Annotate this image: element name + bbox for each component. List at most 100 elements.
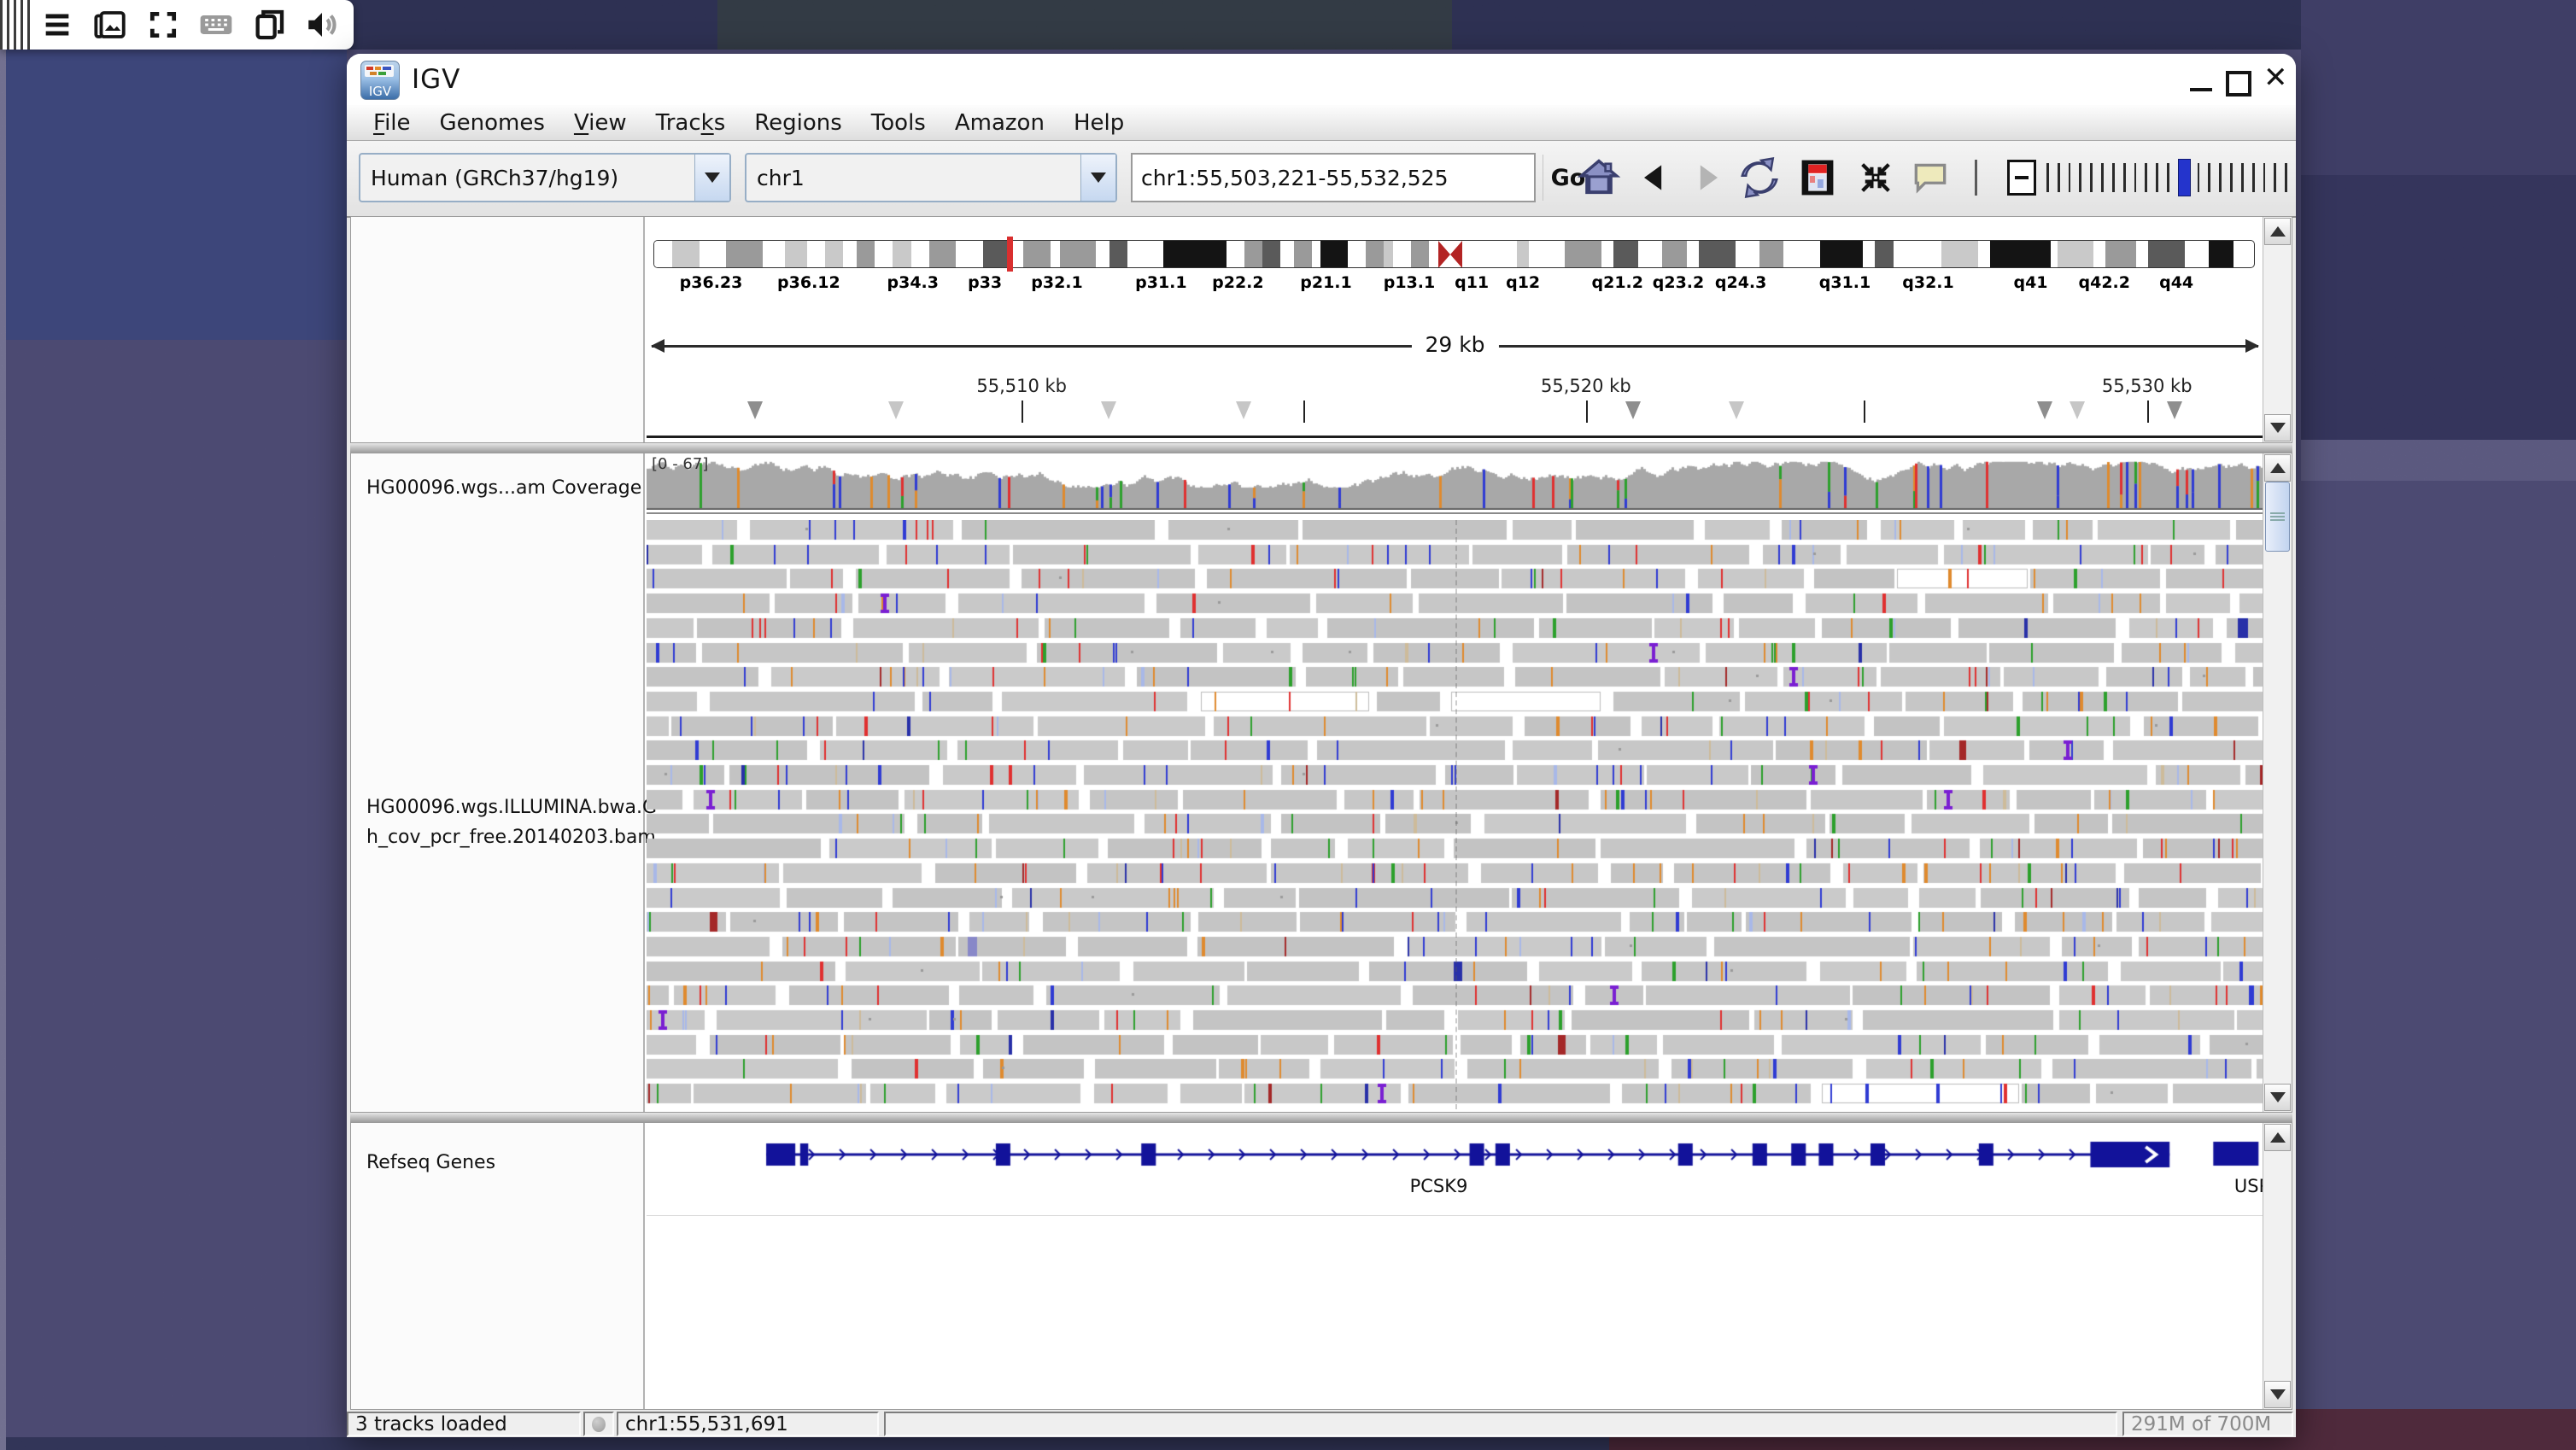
- cytoband: [1978, 241, 1990, 267]
- locus-input[interactable]: chr1:55,503,221-55,532,525: [1131, 153, 1536, 202]
- ruler-tick: [1022, 401, 1023, 423]
- ideogram-view-marker: [1007, 237, 1013, 272]
- screenshot-icon[interactable]: [84, 5, 137, 44]
- cytoband: [1875, 241, 1893, 267]
- locus-panel-data[interactable]: p36.23p36.12p34.3p33p32.1p31.1p22.2p21.1…: [647, 217, 2263, 442]
- cytoband: [893, 241, 910, 267]
- gene-name-pcsk9[interactable]: PCSK9: [1410, 1176, 1468, 1196]
- cytoband-label: p33: [968, 273, 1002, 292]
- alignment-panel-data[interactable]: [0 - 67]: [647, 453, 2263, 1112]
- locus-panel-scrollbar[interactable]: [2263, 217, 2292, 442]
- zoom-tick: [2145, 163, 2147, 192]
- ruler-tick: [1586, 401, 1588, 423]
- cytoband: [929, 241, 957, 267]
- cytoband: [1894, 241, 1942, 267]
- chromosome-ideogram[interactable]: [653, 240, 2255, 268]
- cytoband: [1429, 241, 1438, 267]
- title-bar[interactable]: IGV IGV ✕: [347, 54, 2296, 105]
- scroll-down-icon[interactable]: [2264, 1381, 2291, 1408]
- gene-name-usp24[interactable]: USP24: [2234, 1176, 2263, 1196]
- zoom-tick: [2069, 163, 2071, 192]
- define-region-icon[interactable]: [1794, 153, 1841, 202]
- cytoband: [1462, 241, 1517, 267]
- chevron-down-icon[interactable]: [694, 155, 729, 201]
- keyboard-icon[interactable]: [190, 5, 243, 44]
- feature-panel-scrollbar[interactable]: [2263, 1123, 2292, 1409]
- menu-tracks[interactable]: Tracks: [641, 110, 741, 136]
- cytoband: [1051, 241, 1060, 267]
- menu-genomes[interactable]: Genomes: [425, 110, 559, 136]
- coverage-track-label[interactable]: HG00096.wgs...am Coverage: [366, 477, 641, 499]
- zoom-tick: [2263, 163, 2266, 192]
- cytoband: [785, 241, 807, 267]
- status-indicator: [583, 1412, 614, 1436]
- chevron-down-icon[interactable]: [1080, 155, 1115, 201]
- forward-icon[interactable]: [1684, 153, 1732, 202]
- zoom-slider-thumb[interactable]: [2178, 159, 2191, 196]
- genome-select[interactable]: Human (GRCh37/hg19): [359, 153, 731, 202]
- window-title: IGV: [412, 64, 460, 95]
- track-separator: [647, 512, 2263, 514]
- cytoband: [2234, 241, 2245, 267]
- menu-icon[interactable]: [31, 5, 84, 44]
- menu-regions[interactable]: Regions: [740, 110, 857, 136]
- center-line: [1455, 520, 1457, 1109]
- scroll-up-icon[interactable]: [2264, 454, 2291, 482]
- cytoband: [1294, 241, 1312, 267]
- zoom-tick: [2134, 163, 2137, 192]
- back-icon[interactable]: [1630, 153, 1677, 202]
- clipboard-icon[interactable]: [243, 5, 296, 44]
- vnc-toolbar[interactable]: [0, 0, 354, 50]
- desktop-patch: [717, 0, 1452, 50]
- zoom-tick: [2167, 163, 2169, 192]
- coverage-track[interactable]: [647, 460, 2263, 510]
- refresh-icon[interactable]: [1736, 153, 1783, 202]
- chromosome-select[interactable]: chr1: [745, 153, 1117, 202]
- audio-icon[interactable]: [296, 5, 348, 44]
- alignment-panel-scrollbar[interactable]: [2263, 453, 2292, 1112]
- ruler-marker-icon: [1729, 401, 1744, 419]
- cytoband: [654, 241, 672, 267]
- scroll-up-icon[interactable]: [2264, 1124, 2291, 1151]
- cytoband: [2058, 241, 2094, 267]
- alignment-track-label-line1[interactable]: HG00096.wgs.ILLUMINA.bwa.G: [366, 797, 657, 818]
- scroll-down-icon[interactable]: [2264, 1084, 2291, 1111]
- panel-splitter[interactable]: [350, 443, 2292, 453]
- menu-file[interactable]: File: [359, 110, 425, 136]
- menu-amazon[interactable]: Amazon: [940, 110, 1059, 136]
- menu-help[interactable]: Help: [1059, 110, 1139, 136]
- panel-splitter[interactable]: [350, 1113, 2292, 1122]
- cytoband-label: p32.1: [1031, 273, 1082, 292]
- chromosome-select-value: chr1: [746, 166, 1080, 190]
- home-icon[interactable]: [1575, 153, 1623, 202]
- cytoband: [2185, 241, 2209, 267]
- zoom-tick: [2046, 163, 2049, 192]
- fit-to-window-icon[interactable]: [1852, 153, 1900, 202]
- close-button[interactable]: ✕: [2263, 61, 2288, 95]
- cytoband: [1163, 241, 1227, 267]
- memory-status: 291M of 700M: [2122, 1412, 2293, 1436]
- minimize-button[interactable]: [2190, 71, 2212, 91]
- zoom-slider[interactable]: [2046, 160, 2296, 196]
- fullscreen-icon[interactable]: [137, 5, 190, 44]
- scroll-down-icon[interactable]: [2264, 414, 2291, 441]
- menu-tools[interactable]: Tools: [857, 110, 940, 136]
- cytoband-label: q23.2: [1653, 273, 1704, 292]
- ruler-baseline: [647, 436, 2263, 438]
- scroll-up-icon[interactable]: [2264, 218, 2291, 245]
- cytoband: [911, 241, 929, 267]
- cytoband: [1517, 241, 1529, 267]
- menu-view[interactable]: View: [559, 110, 641, 136]
- zoom-out-icon[interactable]: [2007, 160, 2036, 196]
- cytoband: [956, 241, 983, 267]
- gene-track-label[interactable]: Refseq Genes: [366, 1152, 495, 1173]
- zoom-tick: [2285, 163, 2287, 192]
- feature-panel-data[interactable]: PCSK9 USP24: [647, 1123, 2263, 1409]
- maximize-button[interactable]: [2226, 71, 2251, 96]
- popup-behavior-icon[interactable]: [1906, 153, 1954, 202]
- scrollbar-thumb[interactable]: [2265, 482, 2290, 552]
- refseq-gene-track[interactable]: [647, 1133, 2263, 1176]
- alignment-track-label-line2[interactable]: h_cov_pcr_free.20140203.bam: [366, 827, 656, 848]
- cytoband-label: p21.1: [1300, 273, 1351, 292]
- drag-handle-icon[interactable]: [0, 0, 31, 50]
